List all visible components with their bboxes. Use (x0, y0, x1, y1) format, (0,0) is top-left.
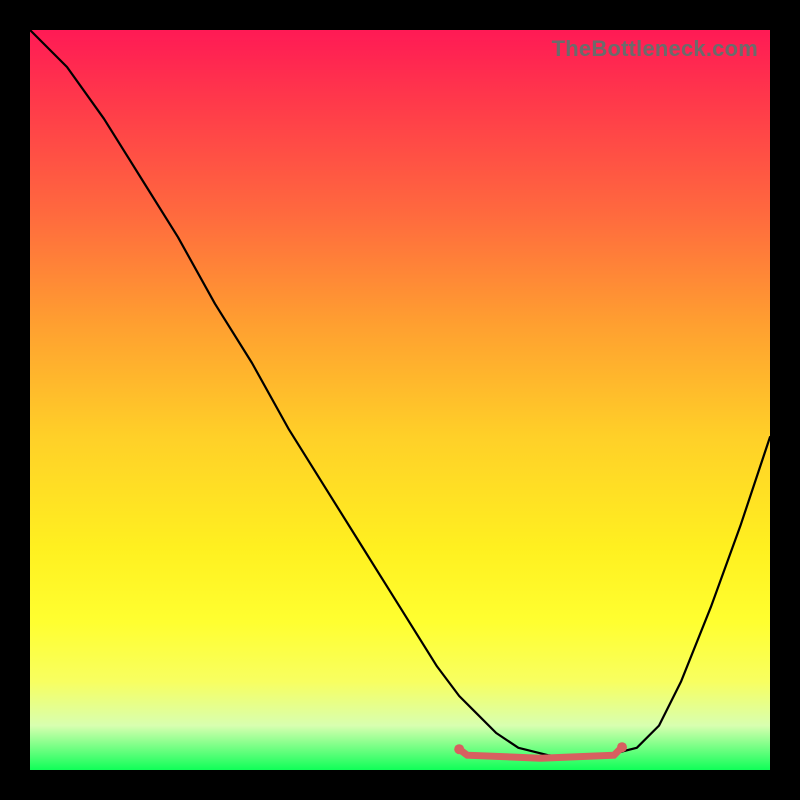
chart-plot-area: TheBottleneck.com (30, 30, 770, 770)
highlight-zone (454, 742, 627, 758)
curve-line (30, 30, 770, 759)
chart-svg (30, 30, 770, 770)
